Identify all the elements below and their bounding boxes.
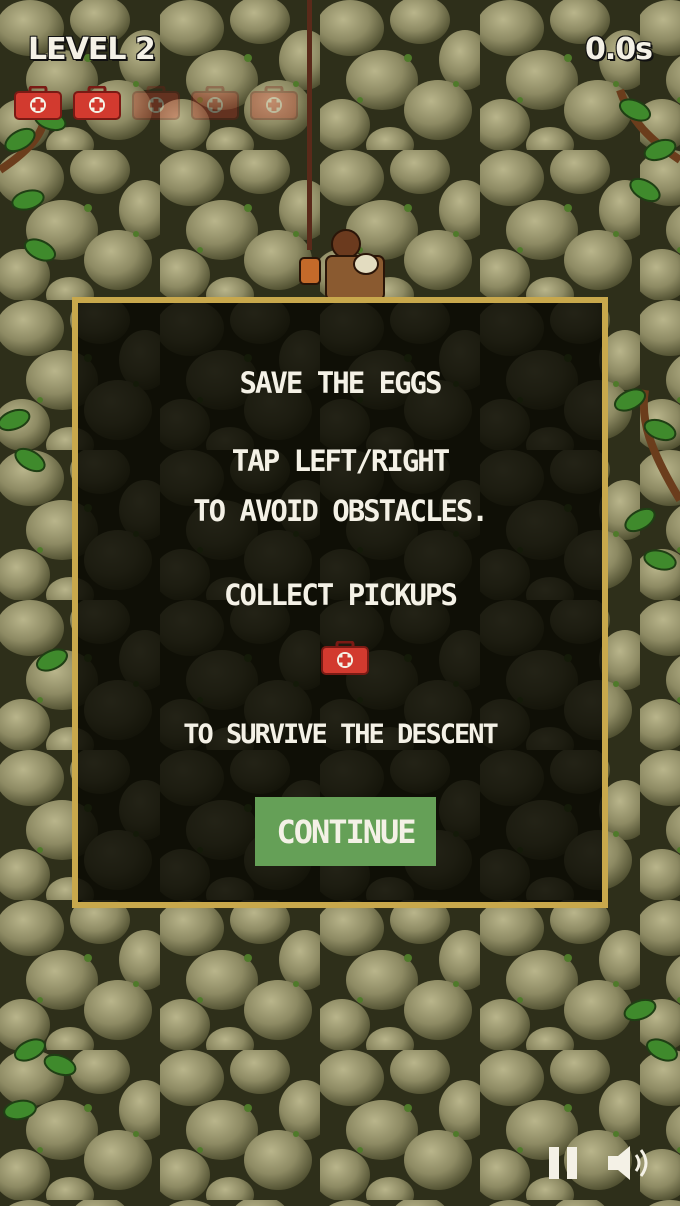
medkit-icon [191,86,239,120]
timer: 0.0s [584,32,653,67]
medkit-icon [321,640,369,675]
instructions-dialog: SAVE THE EGGS TAP LEFT/RIGHT TO AVOID OB… [72,297,608,908]
medkit-icon [132,86,180,120]
collect-pickups-text: COLLECT PICKUPS [224,578,458,612]
pause-icon[interactable] [546,1145,580,1181]
continue-button[interactable]: CONTINUE [255,797,436,866]
instruction-line-1: TAP LEFT/RIGHT [231,444,450,478]
sound-icon[interactable] [606,1143,654,1183]
survive-text: TO SURVIVE THE DESCENT [183,719,499,750]
level-indicator: LEVEL 2 [28,32,156,67]
medkit-icon [73,86,121,120]
medkit-icon [14,86,62,120]
medkit-icon [250,86,298,120]
dialog-title: SAVE THE EGGS [239,366,443,400]
instruction-line-2: TO AVOID OBSTACLES. [193,494,489,528]
health-bar [14,86,298,120]
rope [307,0,312,250]
